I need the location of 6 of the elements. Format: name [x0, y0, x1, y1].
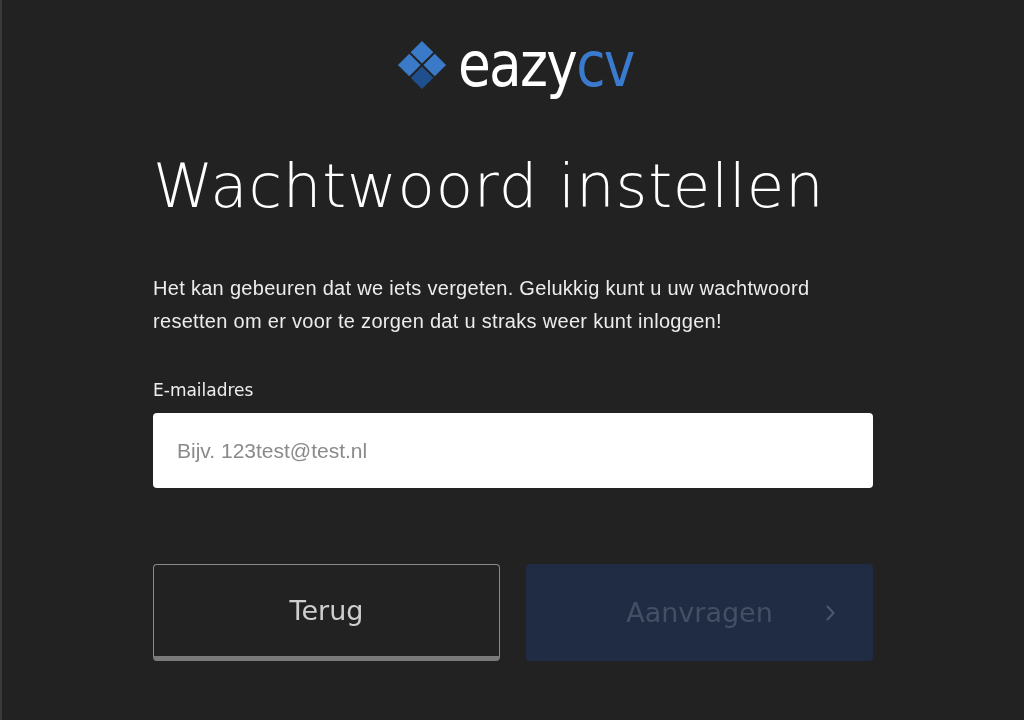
email-input[interactable]: Bijv. 123test@test.nl [153, 413, 873, 488]
intro-text: Het kan gebeuren dat we iets vergeten. Gelukkig kunt u uw wachtwoord resetten om er voor te zorgen dat u straks weer kunt inloggen! [153, 276, 811, 334]
page-title: Wachtwoord instellen [153, 150, 826, 222]
back-button[interactable]: Terug [153, 564, 500, 661]
chevron-right-icon [826, 604, 835, 621]
email-label: E-mailadres [153, 379, 255, 402]
